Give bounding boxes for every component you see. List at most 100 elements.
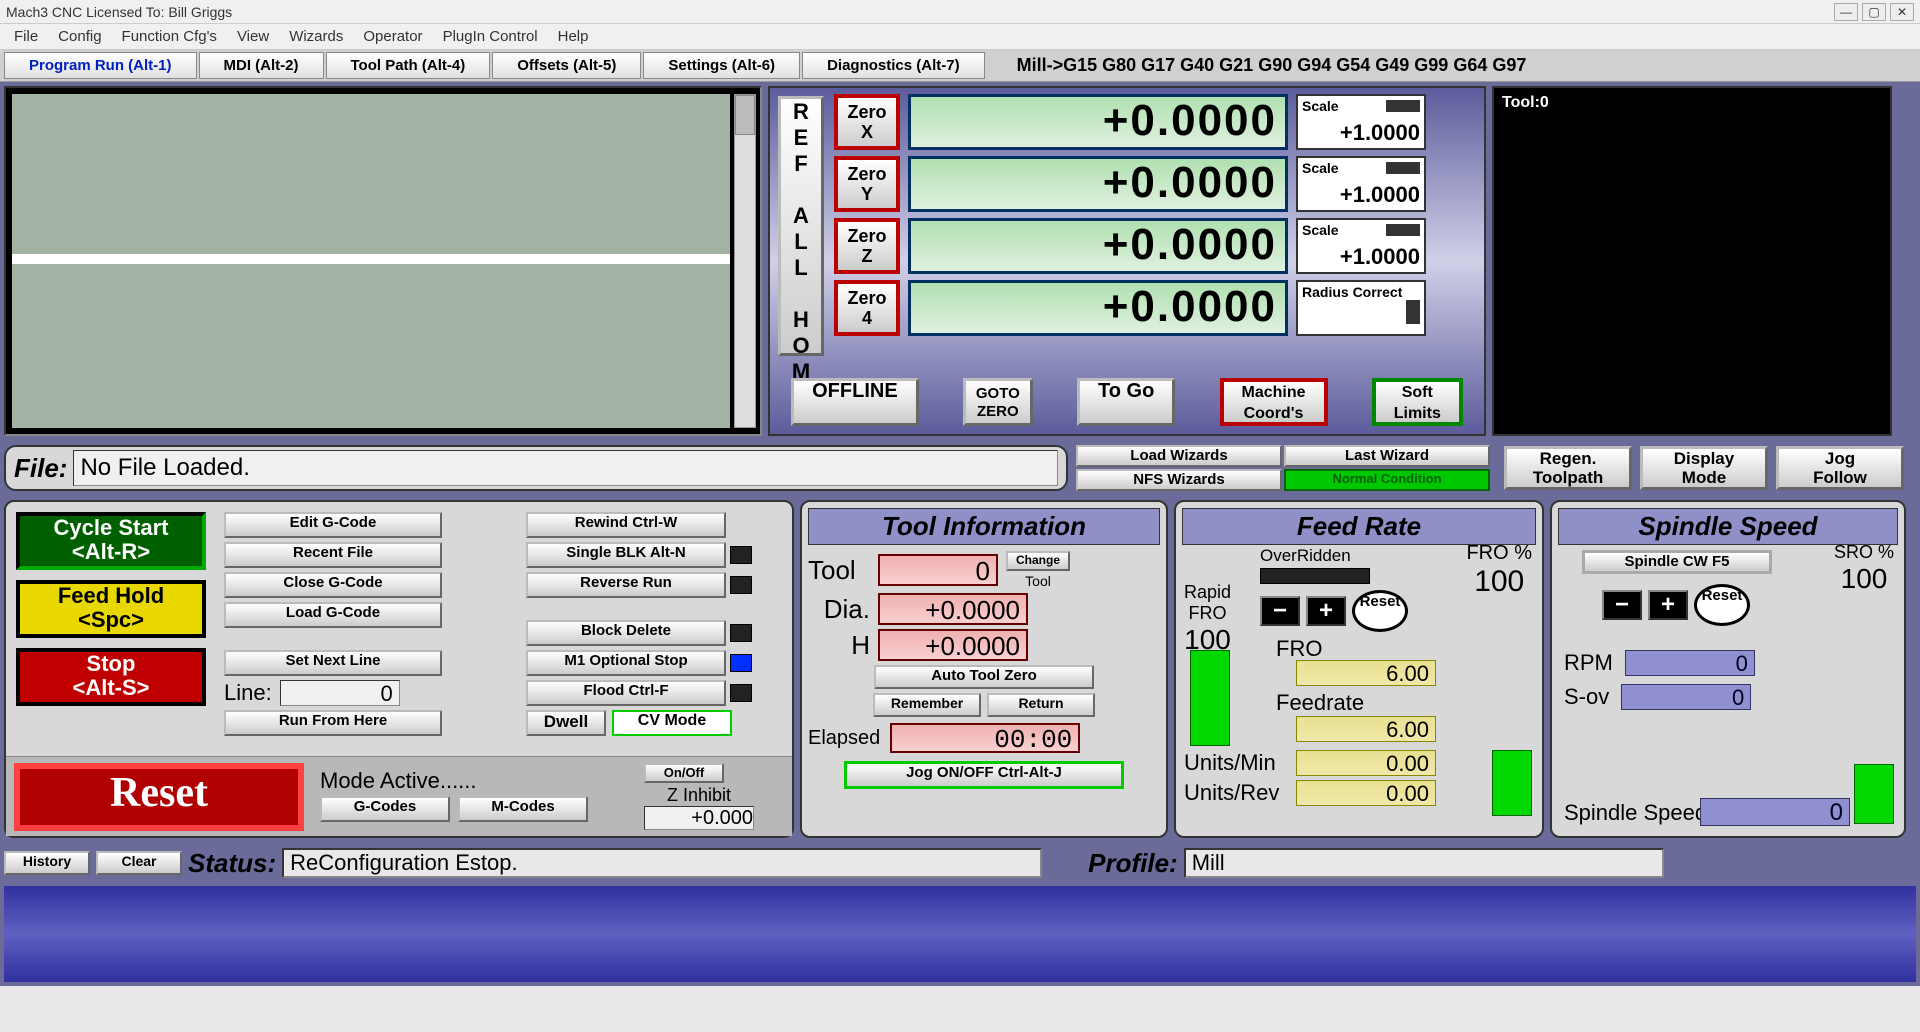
display-mode-button[interactable]: DisplayMode — [1640, 446, 1768, 490]
goto-zero-button[interactable]: GOTOZERO — [963, 378, 1033, 426]
load-wizards-button[interactable]: Load Wizards — [1076, 445, 1282, 467]
tab-mdi[interactable]: MDI (Alt-2) — [199, 52, 324, 79]
gcodes-button[interactable]: G-Codes — [320, 796, 450, 822]
stop-button[interactable]: Stop<Alt-S> — [16, 648, 206, 706]
run-from-here-button[interactable]: Run From Here — [224, 710, 442, 736]
cycle-start-button[interactable]: Cycle Start<Alt-R> — [16, 512, 206, 570]
dro-4[interactable]: +0.0000 — [908, 280, 1288, 336]
dro-y[interactable]: +0.0000 — [908, 156, 1288, 212]
dro-z[interactable]: +0.0000 — [908, 218, 1288, 274]
tab-toolpath[interactable]: Tool Path (Alt-4) — [326, 52, 491, 79]
sro-reset-button[interactable]: Reset — [1694, 584, 1750, 626]
tab-offsets[interactable]: Offsets (Alt-5) — [492, 52, 641, 79]
reset-button[interactable]: Reset — [14, 763, 304, 831]
fro-reset-button[interactable]: Reset — [1352, 590, 1408, 632]
fro-plus-button[interactable]: + — [1306, 596, 1346, 626]
single-blk-button[interactable]: Single BLK Alt-N — [526, 542, 726, 568]
ref-all-home-button[interactable]: REF ALL HOME — [778, 96, 824, 356]
togo-button[interactable]: To Go — [1077, 378, 1175, 426]
last-wizard-button[interactable]: Last Wizard — [1284, 445, 1490, 467]
mcodes-button[interactable]: M-Codes — [458, 796, 588, 822]
sov-value[interactable]: 0 — [1621, 684, 1751, 710]
gcode-state: Mill->G15 G80 G17 G40 G21 G90 G94 G54 G4… — [1017, 55, 1527, 76]
offline-button[interactable]: OFFLINE — [791, 378, 919, 426]
zinhibit-onoff-button[interactable]: On/Off — [644, 763, 724, 783]
line-value[interactable]: 0 — [280, 680, 400, 706]
toolpath-display[interactable]: Tool:0 — [1492, 86, 1892, 436]
feed-hold-button[interactable]: Feed Hold<Spc> — [16, 580, 206, 638]
edit-gcode-button[interactable]: Edit G-Code — [224, 512, 442, 538]
radius-led — [1406, 300, 1420, 324]
dia-value[interactable]: +0.0000 — [878, 593, 1028, 625]
change-tool-button[interactable]: Change — [1006, 551, 1070, 571]
menu-file[interactable]: File — [4, 25, 48, 48]
scale-y[interactable]: Scale+1.0000 — [1296, 156, 1426, 212]
spindle-bar[interactable] — [1854, 764, 1894, 824]
gcode-scrollbar[interactable] — [734, 94, 756, 428]
spindle-cw-button[interactable]: Spindle CW F5 — [1582, 550, 1772, 574]
tab-program-run[interactable]: Program Run (Alt-1) — [4, 52, 197, 79]
sro-plus-button[interactable]: + — [1648, 590, 1688, 620]
maximize-button[interactable]: ▢ — [1862, 3, 1886, 21]
status-value — [282, 848, 1042, 878]
sro-minus-button[interactable]: − — [1602, 590, 1642, 620]
tab-settings[interactable]: Settings (Alt-6) — [643, 52, 800, 79]
load-gcode-button[interactable]: Load G-Code — [224, 602, 442, 628]
spindle-speed-value[interactable]: 0 — [1700, 798, 1850, 826]
cv-mode[interactable]: CV Mode — [612, 710, 732, 736]
nfs-wizards-button[interactable]: NFS Wizards — [1076, 469, 1282, 491]
jog-onoff-button[interactable]: Jog ON/OFF Ctrl-Alt-J — [844, 761, 1124, 789]
menu-config[interactable]: Config — [48, 25, 111, 48]
fro-value[interactable]: 6.00 — [1296, 660, 1436, 686]
dwell-button[interactable]: Dwell — [526, 710, 606, 736]
scale-z[interactable]: Scale+1.0000 — [1296, 218, 1426, 274]
status-label: Status: — [188, 848, 276, 879]
remember-button[interactable]: Remember — [873, 693, 981, 717]
fro-minus-button[interactable]: − — [1260, 596, 1300, 626]
recent-file-button[interactable]: Recent File — [224, 542, 442, 568]
normal-condition-led: Normal Condition — [1284, 469, 1490, 491]
jog-follow-button[interactable]: JogFollow — [1776, 446, 1904, 490]
menu-plugin[interactable]: PlugIn Control — [433, 25, 548, 48]
zinhibit-value[interactable]: +0.000 — [644, 806, 754, 830]
menu-wizards[interactable]: Wizards — [279, 25, 353, 48]
scale-y-led — [1386, 162, 1420, 174]
scale-x[interactable]: Scale+1.0000 — [1296, 94, 1426, 150]
menu-function-cfg[interactable]: Function Cfg's — [112, 25, 227, 48]
tab-diagnostics[interactable]: Diagnostics (Alt-7) — [802, 52, 985, 79]
auto-tool-zero-button[interactable]: Auto Tool Zero — [874, 665, 1094, 689]
h-value[interactable]: +0.0000 — [878, 629, 1028, 661]
menu-operator[interactable]: Operator — [353, 25, 432, 48]
feedrate-header: Feed Rate — [1182, 508, 1536, 545]
menu-view[interactable]: View — [227, 25, 279, 48]
rewind-button[interactable]: Rewind Ctrl-W — [526, 512, 726, 538]
radius-correct[interactable]: Radius Correct — [1296, 280, 1426, 336]
set-next-line-button[interactable]: Set Next Line — [224, 650, 442, 676]
zero-z-button[interactable]: ZeroZ — [834, 218, 900, 274]
zero-y-button[interactable]: ZeroY — [834, 156, 900, 212]
m1-stop-button[interactable]: M1 Optional Stop — [526, 650, 726, 676]
feedrate-bar[interactable] — [1492, 750, 1532, 816]
zero-4-button[interactable]: Zero4 — [834, 280, 900, 336]
gcode-list[interactable] — [12, 94, 730, 428]
zero-x-button[interactable]: ZeroX — [834, 94, 900, 150]
dro-x[interactable]: +0.0000 — [908, 94, 1288, 150]
file-input[interactable] — [73, 450, 1058, 486]
machine-coords-button[interactable]: MachineCoord's — [1220, 378, 1328, 426]
return-button[interactable]: Return — [987, 693, 1095, 717]
feedrate-value[interactable]: 6.00 — [1296, 716, 1436, 742]
block-delete-button[interactable]: Block Delete — [526, 620, 726, 646]
regen-toolpath-button[interactable]: Regen.Toolpath — [1504, 446, 1632, 490]
menu-help[interactable]: Help — [548, 25, 599, 48]
history-button[interactable]: History — [4, 851, 90, 875]
close-button[interactable]: ✕ — [1890, 3, 1914, 21]
close-gcode-button[interactable]: Close G-Code — [224, 572, 442, 598]
clear-button[interactable]: Clear — [96, 851, 182, 875]
minimize-button[interactable]: — — [1834, 3, 1858, 21]
flood-button[interactable]: Flood Ctrl-F — [526, 680, 726, 706]
soft-limits-button[interactable]: SoftLimits — [1372, 378, 1463, 426]
tool-number[interactable]: 0 — [878, 554, 998, 586]
rapid-fro-bar[interactable] — [1190, 650, 1230, 746]
reverse-run-button[interactable]: Reverse Run — [526, 572, 726, 598]
footer-band — [4, 886, 1916, 982]
